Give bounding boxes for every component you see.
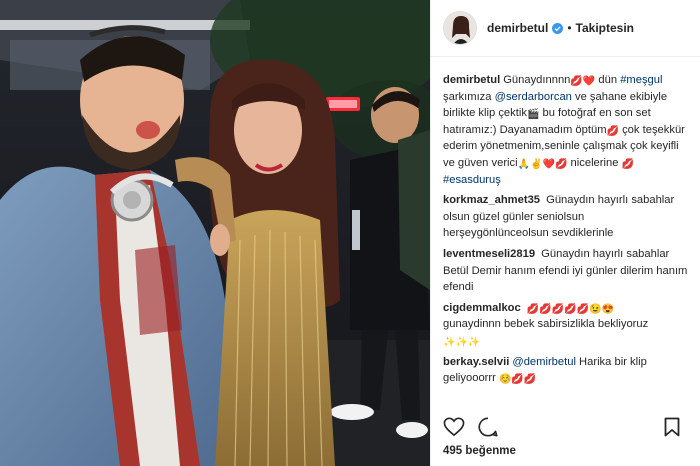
post-photo[interactable]: [0, 0, 430, 466]
post-sidebar: demirbetul • Takiptesin demirbetul Günayd…: [430, 0, 700, 466]
caption-emoji-1: 💋❤️: [570, 76, 596, 87]
verified-badge-icon: [552, 22, 564, 34]
comment-item: cigdemmalkoc 💋💋💋💋💋😉😍 gunaydinnn bebek sa…: [443, 300, 690, 350]
action-bar: [443, 413, 692, 441]
comment-item: leventmeseli2819 Günaydın hayırlı sabahl…: [443, 246, 690, 296]
clapper-emoji: 🎬: [526, 109, 540, 121]
caption-emoji-row: 🙏✌️❤️💋: [517, 158, 568, 170]
comment-mention-link[interactable]: @demirbetul: [512, 356, 576, 368]
caption-text-6: nicelerine: [567, 156, 622, 169]
caption-text-1: Günaydınnnn: [503, 74, 571, 86]
comment-icon[interactable]: [477, 416, 499, 438]
post-caption: demirbetul Günaydınnnn💋❤️ dün #meşgul şar…: [443, 72, 690, 188]
caption-text-1b: dün: [595, 74, 618, 86]
post-header: demirbetul • Takiptesin: [431, 0, 700, 57]
header-username[interactable]: demirbetul: [487, 21, 548, 35]
mention-link[interactable]: @serdarborcan: [495, 91, 572, 103]
comment-emoji-2: ✨✨✨: [443, 336, 481, 348]
follow-status-button[interactable]: Takiptesin: [576, 21, 634, 35]
caption-kiss-emoji-2: 💋: [621, 158, 634, 170]
comment-username[interactable]: korkmaz_ahmet35: [443, 194, 540, 206]
comment-emoji: ☺️💋💋: [498, 374, 537, 386]
comment-username[interactable]: berkay.selvii: [443, 356, 509, 368]
comment-text-line2: gunaydinnn bebek sabirsizlikla bekliyoru…: [443, 318, 649, 331]
comment-list: demirbetul Günaydınnnn💋❤️ dün #meşgul şar…: [443, 72, 690, 391]
bookmark-icon[interactable]: [664, 417, 680, 437]
heart-icon[interactable]: [443, 417, 465, 437]
kiss-emoji: 💋: [606, 125, 619, 137]
caption-text-2: şarkımıza: [443, 90, 495, 103]
photo-content: [0, 0, 430, 466]
avatar[interactable]: [443, 11, 477, 45]
comment-emoji: 💋💋💋💋💋😉😍: [526, 303, 615, 315]
hashtag-link-2[interactable]: #esasduruş: [443, 174, 501, 186]
header-separator: •: [567, 21, 572, 35]
caption-username[interactable]: demirbetul: [443, 74, 500, 86]
hashtag-link[interactable]: #meşgul: [620, 74, 662, 86]
like-count[interactable]: 495 beğenme: [443, 445, 516, 457]
comment-username[interactable]: leventmeseli2819: [443, 248, 535, 260]
comment-item: korkmaz_ahmet35 Günaydın hayırlı sabahla…: [443, 192, 690, 242]
comment-username[interactable]: cigdemmalkoc: [443, 302, 521, 314]
comment-item: berkay.selvii @demirbetul Harika bir klip…: [443, 354, 690, 387]
